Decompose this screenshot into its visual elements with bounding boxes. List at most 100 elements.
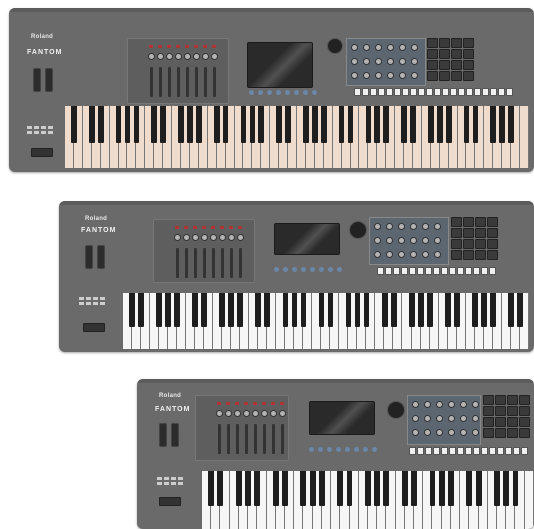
step-button[interactable] <box>465 267 472 275</box>
black-key[interactable] <box>338 106 345 144</box>
step-button[interactable] <box>481 447 488 455</box>
pad[interactable] <box>495 395 506 405</box>
red-button[interactable] <box>202 226 206 229</box>
black-key[interactable] <box>71 106 77 144</box>
pad[interactable] <box>463 49 474 59</box>
pad[interactable] <box>487 228 498 238</box>
pitch-mod-wheels[interactable] <box>159 423 179 447</box>
synth-knob[interactable] <box>374 223 381 230</box>
synth-knob[interactable] <box>375 72 382 79</box>
step-button[interactable] <box>385 267 392 275</box>
step-button[interactable] <box>377 267 384 275</box>
synth-knob[interactable] <box>399 44 406 51</box>
black-key[interactable] <box>363 293 370 327</box>
synth-knob[interactable] <box>398 237 405 244</box>
synth-knob[interactable] <box>434 251 441 258</box>
step-button[interactable] <box>402 88 409 96</box>
pad[interactable] <box>451 239 462 249</box>
pad[interactable] <box>483 417 494 427</box>
left-buttons[interactable] <box>27 126 53 134</box>
knob[interactable] <box>225 410 232 417</box>
blue-button[interactable] <box>327 447 332 452</box>
fader[interactable] <box>176 248 179 278</box>
step-button[interactable] <box>393 267 400 275</box>
black-key[interactable] <box>512 471 519 506</box>
step-button[interactable] <box>442 88 449 96</box>
blue-button[interactable] <box>372 447 377 452</box>
step-button[interactable] <box>473 447 480 455</box>
black-key[interactable] <box>258 106 265 144</box>
black-key[interactable] <box>219 293 226 327</box>
black-key[interactable] <box>374 106 381 144</box>
black-key[interactable] <box>208 471 215 506</box>
black-key[interactable] <box>282 471 288 506</box>
synth-knob[interactable] <box>448 401 455 408</box>
black-key[interactable] <box>97 106 104 144</box>
black-key[interactable] <box>327 293 334 327</box>
synth-knob[interactable] <box>411 58 418 65</box>
knob[interactable] <box>148 53 155 60</box>
fader[interactable] <box>194 248 197 278</box>
knob[interactable] <box>216 410 223 417</box>
black-key[interactable] <box>508 293 514 327</box>
step-button[interactable] <box>497 447 504 455</box>
black-key[interactable] <box>383 106 390 144</box>
step-button[interactable] <box>434 88 441 96</box>
pad[interactable] <box>519 395 530 405</box>
black-key[interactable] <box>282 293 289 327</box>
pad[interactable] <box>439 49 450 59</box>
black-key[interactable] <box>115 106 122 144</box>
synth-knob[interactable] <box>412 401 419 408</box>
black-key[interactable] <box>133 106 140 144</box>
synth-knob[interactable] <box>472 415 479 422</box>
black-key[interactable] <box>151 106 158 144</box>
black-key[interactable] <box>178 106 184 144</box>
synth-knob[interactable] <box>448 429 455 436</box>
synth-knob[interactable] <box>434 237 441 244</box>
step-button[interactable] <box>450 88 457 96</box>
knob[interactable] <box>243 410 250 417</box>
synth-knob[interactable] <box>411 72 418 79</box>
black-key[interactable] <box>374 471 381 506</box>
black-key[interactable] <box>410 106 416 144</box>
black-key[interactable] <box>471 293 478 327</box>
mod-wheel[interactable] <box>45 68 53 92</box>
step-button[interactable] <box>409 447 416 455</box>
black-key[interactable] <box>411 471 418 506</box>
pad[interactable] <box>439 38 450 48</box>
fader[interactable] <box>168 67 171 97</box>
pitch-lever[interactable] <box>83 323 105 332</box>
fader[interactable] <box>281 424 284 454</box>
red-button[interactable] <box>184 226 188 229</box>
synth-knob[interactable] <box>424 429 431 436</box>
step-button[interactable] <box>506 88 513 96</box>
pad[interactable] <box>451 71 462 81</box>
step-button[interactable] <box>457 267 464 275</box>
black-key[interactable] <box>276 106 282 144</box>
blue-button[interactable] <box>283 267 288 272</box>
step-button[interactable] <box>401 267 408 275</box>
step-button[interactable] <box>386 88 393 96</box>
fader[interactable] <box>186 67 189 97</box>
black-key[interactable] <box>347 106 354 144</box>
synth-knob[interactable] <box>412 415 419 422</box>
pitch-mod-wheels[interactable] <box>85 245 105 269</box>
black-key[interactable] <box>401 471 408 506</box>
white-key[interactable] <box>520 106 529 168</box>
pad[interactable] <box>483 395 494 405</box>
fader[interactable] <box>227 424 230 454</box>
synth-knob[interactable] <box>386 237 393 244</box>
synth-knob[interactable] <box>410 237 417 244</box>
touch-screen[interactable] <box>274 223 340 255</box>
pad[interactable] <box>519 428 530 438</box>
black-key[interactable] <box>453 293 460 327</box>
black-key[interactable] <box>383 471 390 506</box>
pad[interactable] <box>451 49 462 59</box>
blue-button[interactable] <box>294 90 299 95</box>
synth-knob[interactable] <box>434 223 441 230</box>
black-key[interactable] <box>309 471 316 506</box>
pad[interactable] <box>519 417 530 427</box>
pad[interactable] <box>451 60 462 70</box>
pitch-wheel[interactable] <box>159 423 167 447</box>
black-key[interactable] <box>499 106 506 144</box>
